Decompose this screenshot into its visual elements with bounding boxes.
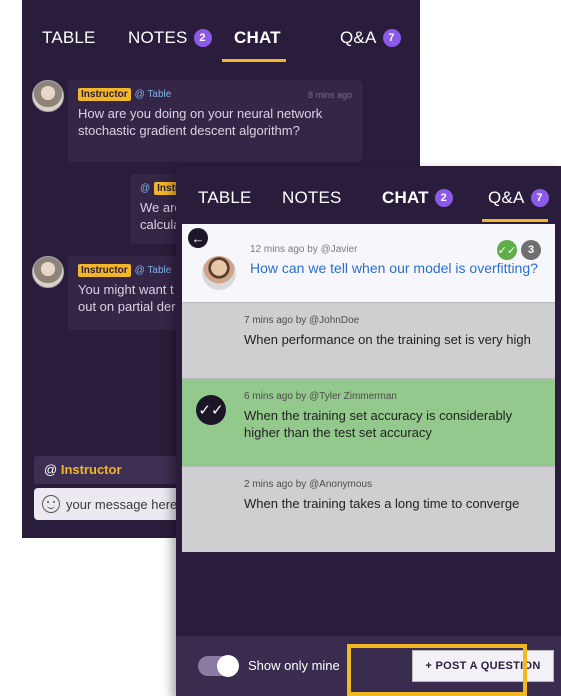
active-tab-indicator	[222, 59, 286, 62]
answer-count-badge: 3	[521, 240, 541, 260]
notes-count-badge: 2	[193, 29, 212, 47]
tab-label: NOTES	[282, 188, 342, 207]
tab-qa[interactable]: Q&A 7	[340, 28, 401, 48]
question-title[interactable]: How can we tell when our model is overfi…	[250, 260, 538, 276]
answer-text: When the training takes a long time to c…	[244, 496, 520, 511]
reply-target[interactable]: @ Instructor	[34, 456, 194, 484]
answer-text: When the training set accuracy is consid…	[244, 408, 513, 440]
role-tag: Instructor	[78, 88, 131, 101]
qa-panel-front: TABLE NOTES CHAT 2 Q&A 7 ← 12 mins ago b…	[176, 166, 561, 696]
active-tab-indicator	[482, 219, 548, 222]
tab-chat[interactable]: CHAT	[234, 28, 281, 48]
tab-label: TABLE	[42, 28, 96, 47]
avatar	[202, 256, 236, 290]
answer-meta: 7 mins ago by @JohnDoe	[244, 315, 360, 326]
qa-count-badge: 7	[382, 29, 401, 47]
accepted-check-icon[interactable]: ✓✓	[196, 395, 226, 425]
chat-message: Instructor @ Table 8 mins ago How are yo…	[68, 80, 362, 162]
tab-label: Q&A	[340, 28, 377, 47]
role-tag: Instructor	[78, 264, 131, 277]
message-time: 8 mins ago	[307, 89, 352, 100]
tab-bar: TABLE NOTES CHAT 2 Q&A 7	[176, 166, 561, 222]
chat-count-badge: 2	[434, 189, 453, 207]
show-only-mine-toggle[interactable]	[198, 655, 239, 677]
mention: @ Table	[134, 89, 172, 100]
tab-qa[interactable]: Q&A 7	[488, 188, 549, 208]
message-text: You might want t out on partial der	[78, 282, 176, 314]
answer-item[interactable]: 7 mins ago by @JohnDoe When performance …	[182, 302, 555, 378]
highlight-callout	[347, 644, 527, 696]
reply-prefix: @	[44, 462, 58, 477]
tab-label: NOTES	[128, 28, 188, 47]
message-input[interactable]: your message here	[34, 488, 194, 520]
tab-label: Q&A	[488, 188, 525, 207]
tab-notes[interactable]: NOTES 2	[128, 28, 212, 48]
instructor-avatar	[32, 80, 64, 112]
tab-table[interactable]: TABLE	[198, 188, 252, 208]
emoji-icon[interactable]	[42, 495, 60, 513]
double-check-icon: ✓✓	[497, 240, 517, 260]
tab-chat[interactable]: CHAT 2	[382, 188, 453, 208]
answer-item-accepted[interactable]: ✓✓ 6 mins ago by @Tyler Zimmerman When t…	[182, 378, 555, 466]
instructor-avatar	[32, 256, 64, 288]
reply-name: Instructor	[60, 462, 122, 477]
question-card[interactable]: 12 mins ago by @Javier How can we tell w…	[182, 224, 555, 302]
question-meta: 12 mins ago by @Javier	[250, 244, 358, 255]
tab-bar: TABLE NOTES 2 CHAT Q&A 7	[22, 0, 420, 62]
tab-notes[interactable]: NOTES	[282, 188, 342, 208]
answer-meta: 6 mins ago by @Tyler Zimmerman	[244, 391, 397, 402]
answer-meta: 2 mins ago by @Anonymous	[244, 479, 372, 490]
message-text: How are you doing on your neural network…	[78, 106, 323, 138]
tab-label: TABLE	[198, 188, 252, 207]
answer-item[interactable]: 2 mins ago by @Anonymous When the traini…	[182, 466, 555, 552]
mention: @ Table	[134, 265, 172, 276]
tab-label: CHAT	[234, 28, 281, 47]
toggle-label: Show only mine	[248, 658, 340, 673]
input-placeholder: your message here	[66, 496, 178, 512]
back-arrow-icon[interactable]: ←	[188, 228, 208, 248]
tab-table[interactable]: TABLE	[42, 28, 96, 48]
answer-text: When performance on the training set is …	[244, 332, 531, 347]
tab-label: CHAT	[382, 188, 429, 207]
qa-count-badge: 7	[530, 189, 549, 207]
mention: @	[140, 183, 151, 194]
